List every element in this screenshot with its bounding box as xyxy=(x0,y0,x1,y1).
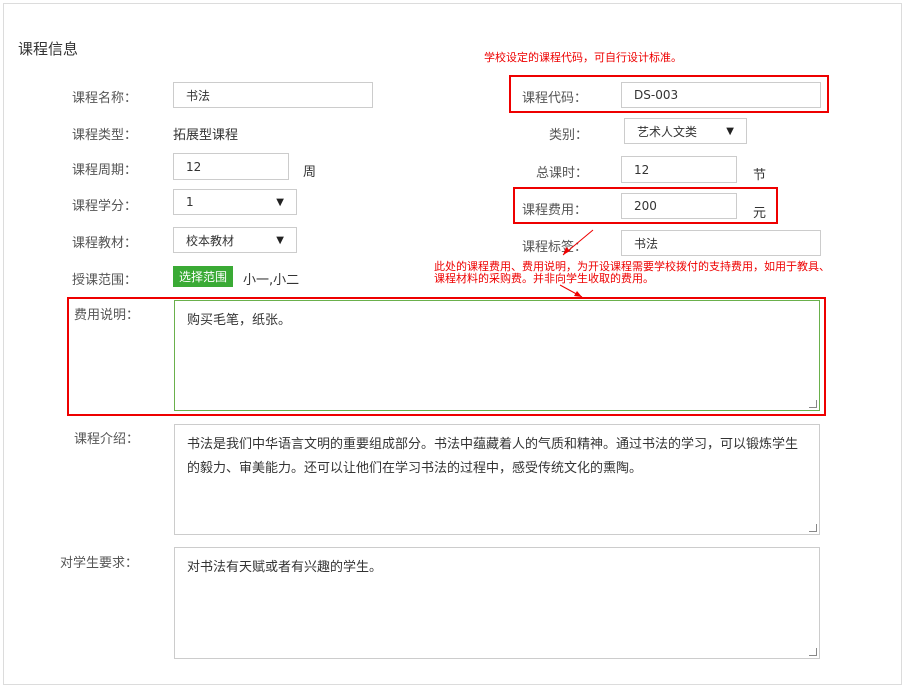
arrow-to-desc-head xyxy=(574,291,582,297)
arrow-to-fee-head xyxy=(563,247,570,255)
annotation-arrows xyxy=(559,229,594,298)
